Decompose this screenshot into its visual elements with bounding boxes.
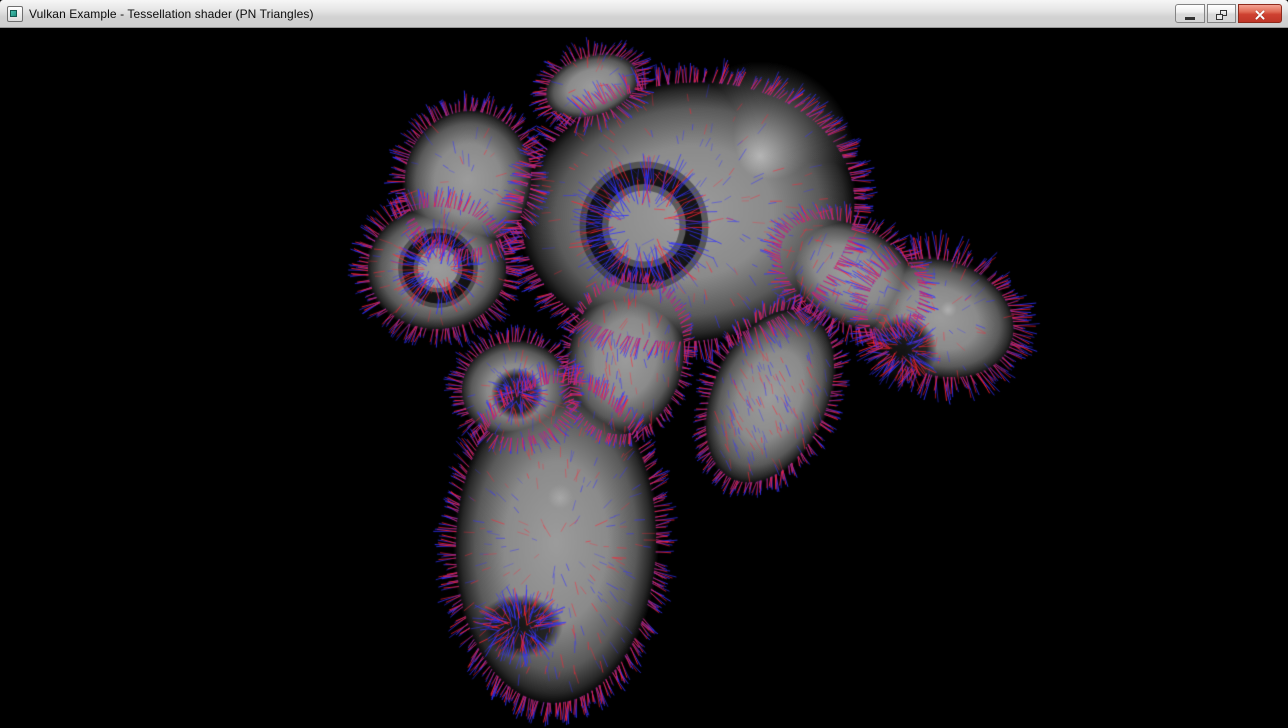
close-icon (1254, 9, 1266, 21)
restore-icon (1216, 10, 1227, 20)
minimize-icon (1185, 17, 1195, 20)
titlebar[interactable]: Vulkan Example - Tessellation shader (PN… (0, 0, 1288, 28)
window-title: Vulkan Example - Tessellation shader (PN… (29, 7, 314, 21)
window-controls (1175, 4, 1282, 23)
render-viewport[interactable] (0, 28, 1288, 728)
app-window: Vulkan Example - Tessellation shader (PN… (0, 0, 1288, 728)
app-icon[interactable] (7, 6, 23, 22)
client-area (0, 28, 1288, 728)
restore-button[interactable] (1207, 4, 1236, 23)
minimize-button[interactable] (1175, 4, 1205, 23)
close-button[interactable] (1238, 4, 1282, 23)
app-icon-glyph (10, 10, 17, 17)
